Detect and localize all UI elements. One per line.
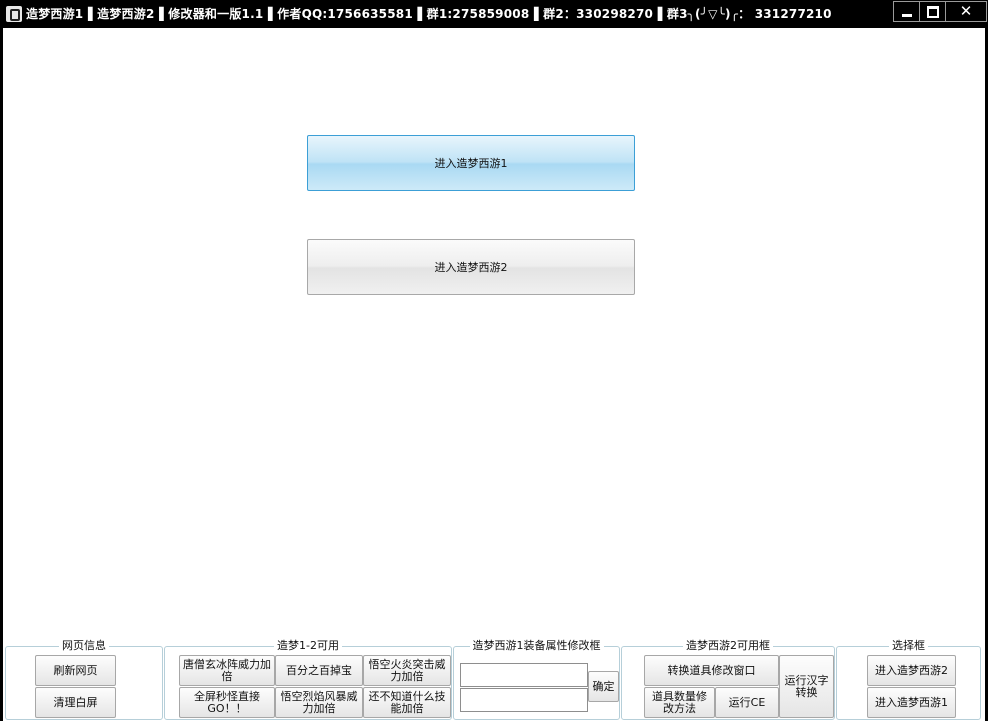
wukong-storm-power-button[interactable]: 悟空烈焰风暴威力加倍 [275,687,363,718]
maximize-icon [927,5,939,18]
clear-white-screen-button[interactable]: 清理白屏 [35,687,116,718]
maximize-button[interactable] [919,1,947,22]
wukong-fire-power-button[interactable]: 悟空火炎突击威力加倍 [363,655,451,686]
tang-ice-power-button[interactable]: 唐僧玄冰阵威力加倍 [179,655,275,686]
enter-game1-button[interactable]: 进入造梦西游1 [307,135,635,191]
equip-editor-title: 造梦西游1装备属性修改框 [469,639,604,652]
game2-group: 造梦西游2可用框 转换道具修改窗口 运行汉字转换 道具数量修改方法 运行CE [621,639,835,720]
window-title: 造梦西游1▐ 造梦西游2▐ 修改器和一版1.1▐ 作者QQ:1756635581… [26,7,832,21]
client-area: 进入造梦西游1 进入造梦西游2 网页信息 刷新网页 清理白屏 造梦1-2可用 唐… [3,28,985,721]
minimize-icon [902,14,912,17]
select-title: 选择框 [889,639,928,652]
title-bar: 造梦西游1▐ 造梦西游2▐ 修改器和一版1.1▐ 作者QQ:1756635581… [0,0,988,28]
select-enter-game1-button[interactable]: 进入造梦西游1 [867,687,956,718]
enter-game2-button[interactable]: 进入造梦西游2 [307,239,635,295]
web-info-group: 网页信息 刷新网页 清理白屏 [5,639,163,720]
run-ce-button[interactable]: 运行CE [715,687,779,718]
equip-editor-group: 造梦西游1装备属性修改框 确定 [453,639,620,720]
full-drop-button[interactable]: 百分之百掉宝 [275,655,363,686]
equip-attr-field-1[interactable] [460,663,588,687]
run-hanzi-convert-button[interactable]: 运行汉字转换 [779,655,834,718]
close-icon: ✕ [959,2,973,20]
refresh-page-button[interactable]: 刷新网页 [35,655,116,686]
close-button[interactable]: ✕ [945,1,987,22]
equip-attr-input-1[interactable] [461,665,587,687]
item-quantity-method-button[interactable]: 道具数量修改方法 [644,687,715,718]
instant-kill-button[interactable]: 全屏秒怪直接GO！！ [179,687,275,718]
select-enter-game2-button[interactable]: 进入造梦西游2 [867,655,956,686]
select-group: 选择框 进入造梦西游2 进入造梦西游1 [836,639,981,720]
minimize-button[interactable] [893,1,921,22]
both-games-title: 造梦1-2可用 [274,639,342,652]
unknown-skill-button[interactable]: 还不知道什么技能加倍 [363,687,451,718]
equip-attr-field-2[interactable] [460,688,588,712]
equip-attr-input-2[interactable] [461,690,587,712]
web-info-title: 网页信息 [59,639,109,652]
confirm-button[interactable]: 确定 [588,671,619,702]
game2-title: 造梦西游2可用框 [683,639,773,652]
app-icon[interactable] [6,6,22,22]
both-games-group: 造梦1-2可用 唐僧玄冰阵威力加倍 百分之百掉宝 悟空火炎突击威力加倍 全屏秒怪… [164,639,452,720]
convert-item-window-button[interactable]: 转换道具修改窗口 [644,655,779,686]
